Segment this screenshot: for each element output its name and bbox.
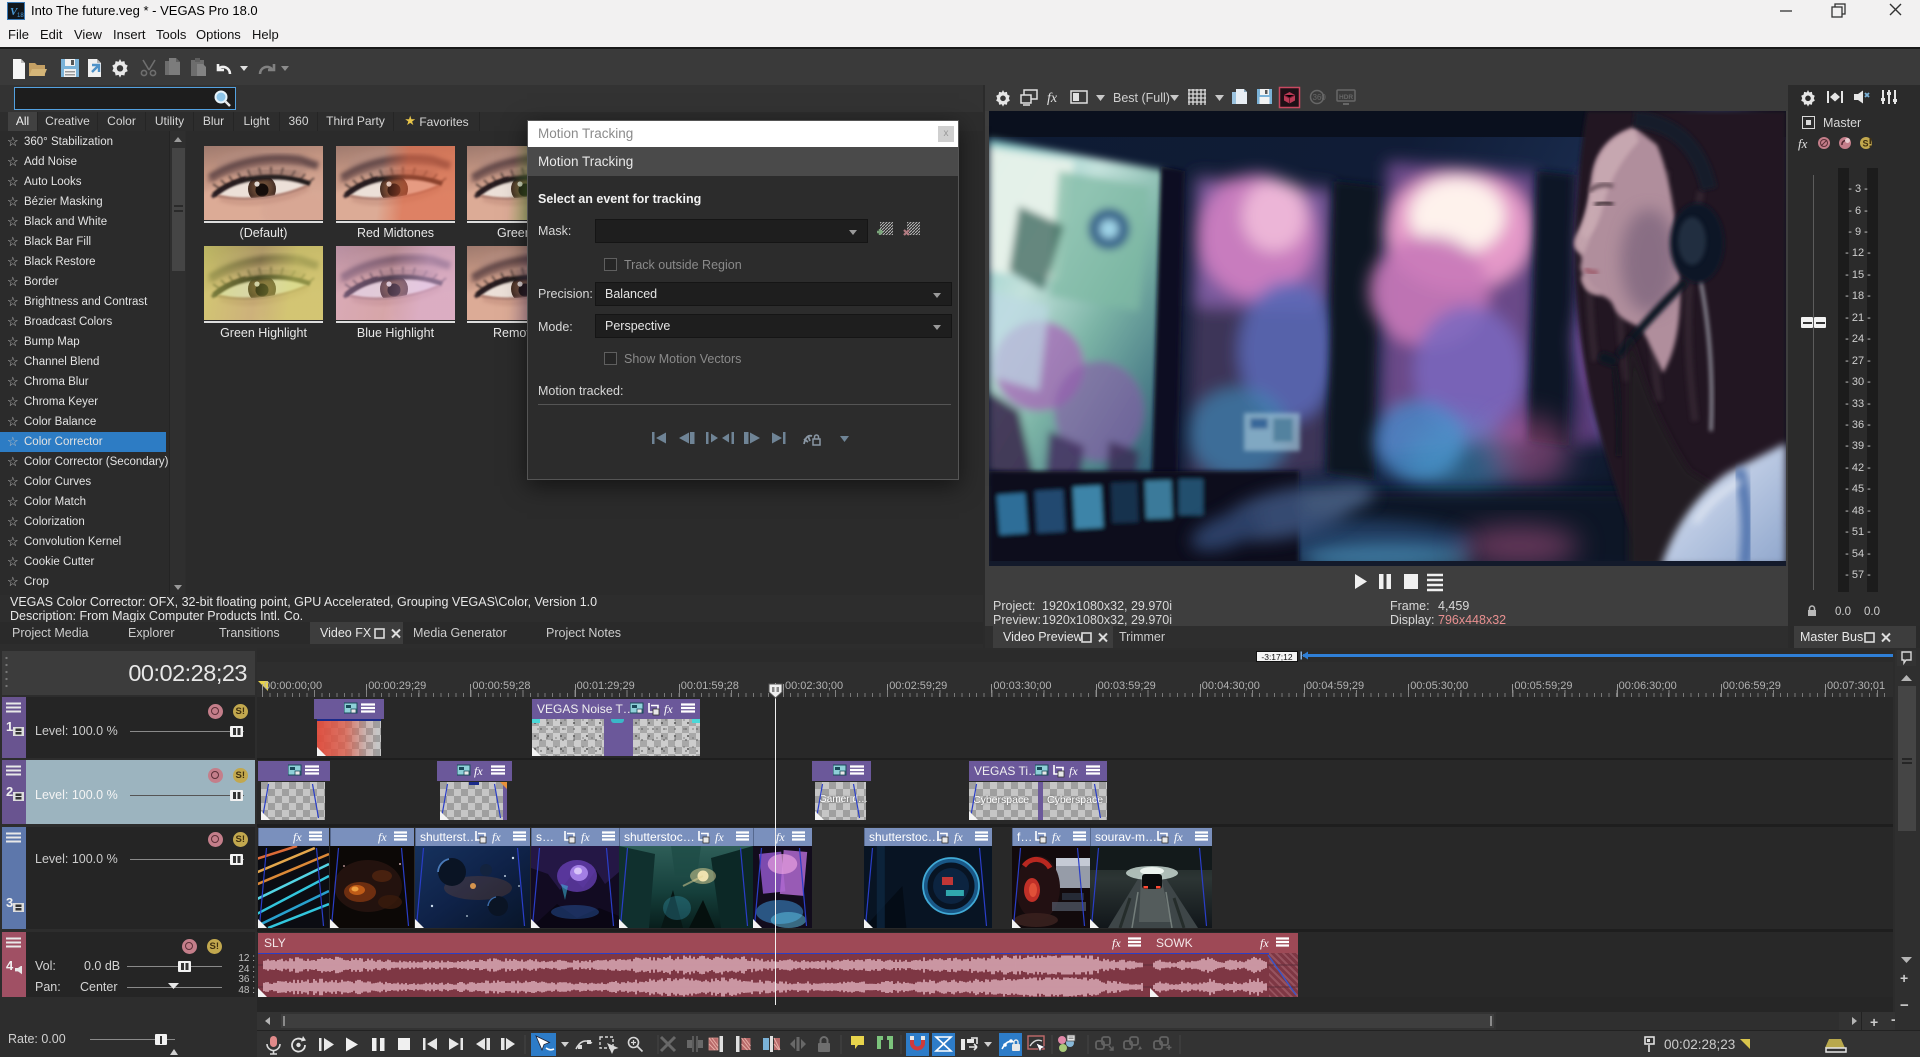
svg-text:fx: fx <box>776 830 785 844</box>
svg-text:fx: fx <box>1174 830 1183 844</box>
svg-text:18: 18 <box>17 13 24 19</box>
svg-text:fx: fx <box>378 830 387 844</box>
svg-text:fx: fx <box>1052 830 1061 844</box>
svg-text:fx: fx <box>1798 136 1808 151</box>
svg-text:fx: fx <box>1112 936 1121 950</box>
svg-text:fx: fx <box>492 830 501 844</box>
svg-text:HDR: HDR <box>1339 94 1353 101</box>
svg-text:fx: fx <box>293 830 302 844</box>
svg-text:fx: fx <box>1260 936 1269 950</box>
svg-text:Best (Full): Best (Full) <box>1113 91 1170 105</box>
svg-text:fx: fx <box>954 830 963 844</box>
svg-text:fx: fx <box>474 764 483 778</box>
svg-text:00:02:28;23: 00:02:28;23 <box>1664 1037 1735 1052</box>
svg-text:fx: fx <box>664 702 673 716</box>
svg-text:fx: fx <box>1069 764 1078 778</box>
svg-text:360: 360 <box>1313 93 1327 102</box>
svg-text:fx: fx <box>715 830 724 844</box>
svg-text:fx: fx <box>1047 91 1058 106</box>
svg-text:S: S <box>1863 139 1869 149</box>
svg-text:fx: fx <box>581 830 590 844</box>
